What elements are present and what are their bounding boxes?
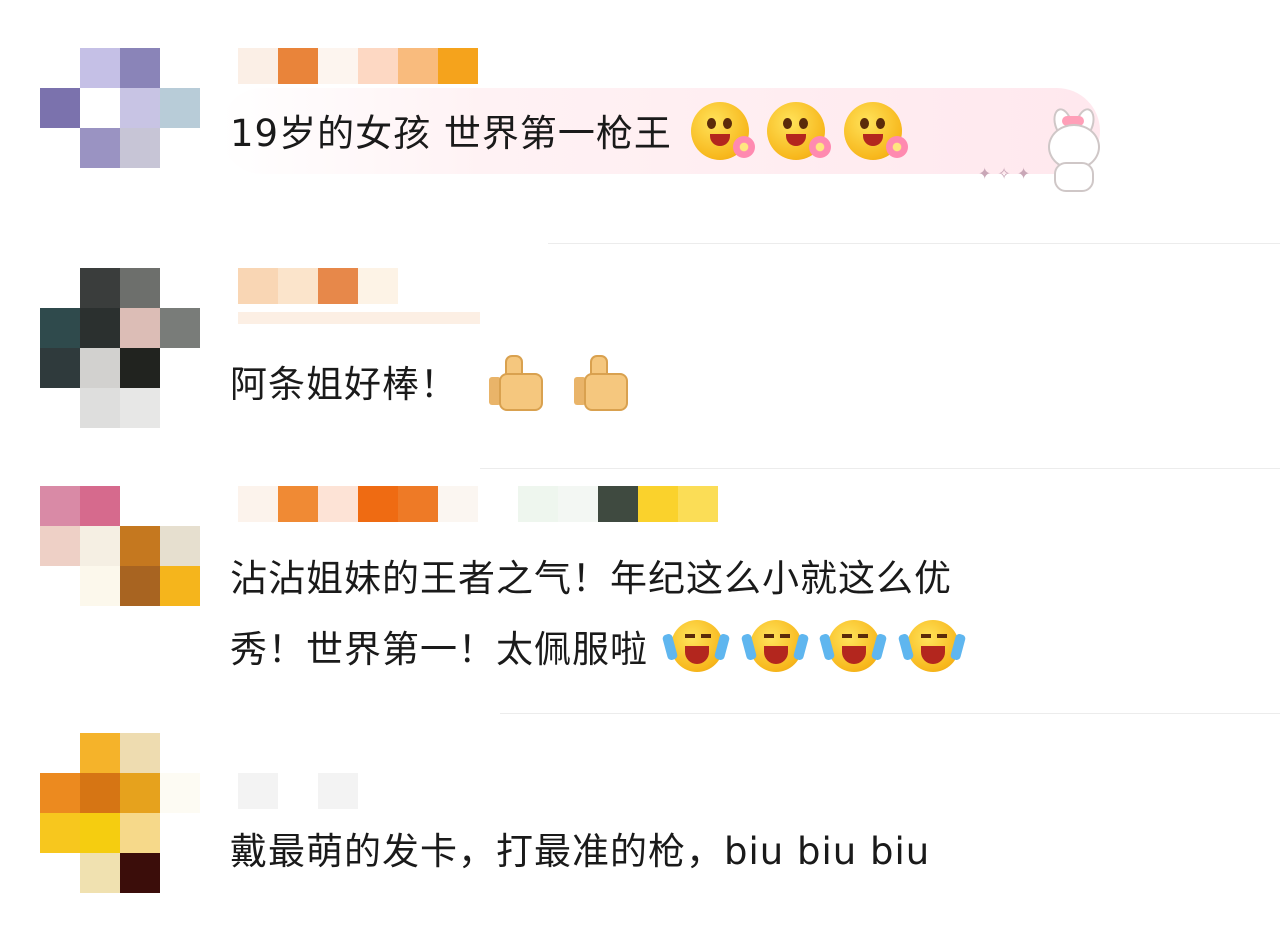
- smile-flower-emoji-icon: [690, 102, 755, 160]
- laugh-cry-emoji-icon: [661, 618, 730, 676]
- avatar-pixelated[interactable]: [40, 733, 200, 893]
- comment-text-line2: 秀！世界第一！太佩服啦: [230, 628, 648, 671]
- comment-text: 沾沾姐妹的王者之气！年纪这么小就这么优: [230, 548, 952, 610]
- laugh-cry-emoji-icon: [897, 618, 967, 676]
- comment-text: 阿条姐好棒！: [230, 353, 628, 416]
- comment-text-content: 阿条姐好棒！: [230, 363, 458, 406]
- username-blurred[interactable]: [238, 773, 360, 809]
- comment-item-2[interactable]: 阿条姐好棒！: [0, 245, 1280, 470]
- comment-text: 19岁的女孩 世界第一枪王: [230, 102, 909, 165]
- username-blurred[interactable]: [238, 486, 720, 522]
- divider: [500, 713, 1280, 714]
- sparkle-decoration-icon: ✦✧✦: [978, 164, 1037, 183]
- comment-text-line1: 沾沾姐妹的王者之气！年纪这么小就这么优: [230, 557, 952, 600]
- bunny-sticker-icon: [1040, 106, 1110, 192]
- comment-item-3[interactable]: 沾沾姐妹的王者之气！年纪这么小就这么优 秀！世界第一！太佩服啦: [0, 470, 1280, 715]
- comment-text: 秀！世界第一！太佩服啦: [230, 618, 967, 681]
- thumbs-up-emoji-icon: [573, 353, 628, 411]
- comment-item-4[interactable]: 戴最萌的发卡，打最准的枪，biu biu biu: [0, 715, 1280, 935]
- avatar-pixelated[interactable]: [40, 486, 200, 646]
- divider: [480, 468, 1280, 469]
- laugh-cry-emoji-icon: [740, 618, 809, 676]
- laugh-cry-emoji-icon: [819, 618, 888, 676]
- avatar-pixelated[interactable]: [40, 268, 200, 428]
- comment-text: 戴最萌的发卡，打最准的枪，biu biu biu: [230, 821, 930, 883]
- smile-flower-emoji-icon: [844, 102, 909, 160]
- thumbs-up-emoji-icon: [488, 353, 543, 411]
- avatar-pixelated[interactable]: [40, 48, 200, 208]
- username-blurred[interactable]: [238, 48, 480, 84]
- comment-text-content: 19岁的女孩 世界第一枪王: [230, 112, 672, 155]
- comment-item-1[interactable]: 19岁的女孩 世界第一枪王 ✦✧✦: [0, 0, 1280, 245]
- divider: [548, 243, 1280, 244]
- comment-text-content: 戴最萌的发卡，打最准的枪，biu biu biu: [230, 830, 931, 873]
- smile-flower-emoji-icon: [767, 102, 832, 160]
- username-blurred[interactable]: [238, 268, 480, 324]
